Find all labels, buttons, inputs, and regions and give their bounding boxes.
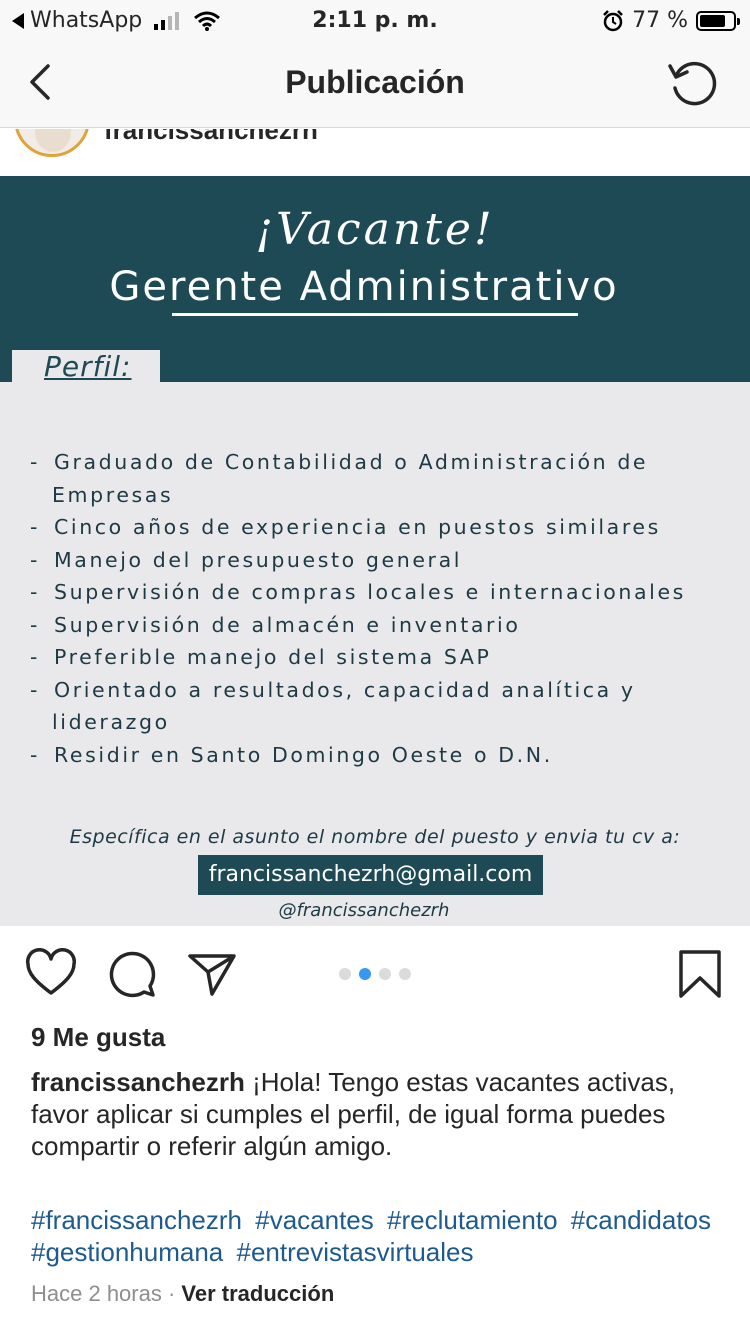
requirement-item: - Cinco años de experiencia en puestos si… bbox=[30, 511, 730, 544]
list-dash: - bbox=[30, 612, 40, 637]
requirement-continuation: liderazgo bbox=[52, 710, 170, 734]
caption: francissanchezrh ¡Hola! Tengo estas vaca… bbox=[31, 1066, 721, 1162]
hashtag-link[interactable]: #gestionhumana bbox=[31, 1237, 223, 1267]
requirement-item: - Supervisión de almacén e inventario bbox=[30, 609, 730, 642]
requirement-item: - Orientado a resultados, capacidad analí… bbox=[30, 674, 730, 739]
requirement-text: Orientado a resultados, capacidad analít… bbox=[54, 677, 636, 702]
list-dash: - bbox=[30, 547, 40, 572]
refresh-icon[interactable] bbox=[666, 56, 722, 112]
back-to-app[interactable]: WhatsApp bbox=[12, 8, 221, 33]
nav-bar: Publicación bbox=[0, 40, 750, 128]
requirement-text: Preferible manejo del sistema SAP bbox=[54, 645, 492, 669]
list-dash: - bbox=[30, 677, 40, 702]
requirement-item: - Graduado de Contabilidad o Administraci… bbox=[30, 446, 730, 511]
battery-fill bbox=[700, 14, 725, 27]
carousel-dot bbox=[379, 968, 391, 980]
hashtag-link[interactable]: #francissanchezrh bbox=[31, 1205, 242, 1235]
carousel-dot bbox=[399, 968, 411, 980]
requirement-text: Graduado de Contabilidad o Administració… bbox=[54, 450, 649, 474]
requirement-continuation: Empresas bbox=[52, 482, 174, 507]
requirement-item: - Preferible manejo del sistema SAP bbox=[30, 641, 730, 674]
hashtag-link[interactable]: #vacantes bbox=[255, 1205, 374, 1235]
hashtags: #francissanchezrh #vacantes #reclutamien… bbox=[31, 1204, 731, 1268]
vacancy-subtitle: Gerente Administrativo bbox=[109, 264, 619, 310]
requirement-text: Supervisión de almacén e inventario bbox=[54, 612, 521, 637]
list-dash: - bbox=[30, 515, 40, 539]
image-handle: @francissanchezrh bbox=[278, 900, 450, 921]
post-image[interactable]: ¡Vacante! Gerente Administrativo Perfil:… bbox=[0, 176, 750, 926]
list-dash: - bbox=[30, 645, 40, 669]
list-dash: - bbox=[30, 742, 40, 767]
post-meta: Hace 2 horas · Ver traducción bbox=[31, 1281, 334, 1307]
wifi-icon bbox=[194, 11, 221, 31]
requirement-text: Residir en Santo Domingo Oeste o D.N. bbox=[54, 742, 553, 767]
requirement-item: - Residir en Santo Domingo Oeste o D.N. bbox=[30, 739, 730, 772]
chevron-left-icon[interactable] bbox=[22, 58, 62, 106]
heart-icon[interactable] bbox=[25, 948, 77, 1000]
apply-note: Específica en el asunto el nombre del pu… bbox=[69, 826, 681, 848]
back-triangle-icon bbox=[12, 12, 24, 29]
meta-separator: · bbox=[161, 1281, 182, 1306]
requirement-text: Manejo del presupuesto general bbox=[54, 547, 463, 572]
comment-icon[interactable] bbox=[106, 948, 158, 1000]
share-icon[interactable] bbox=[186, 948, 238, 1000]
carousel-dot bbox=[359, 968, 371, 980]
time-ago: Hace 2 horas bbox=[31, 1281, 162, 1306]
see-translation-link[interactable]: Ver traducción bbox=[181, 1281, 334, 1306]
avatar[interactable] bbox=[14, 129, 90, 157]
likes-count[interactable]: 9 Me gusta bbox=[31, 1022, 165, 1053]
carousel-indicator bbox=[339, 968, 411, 980]
battery-percent: 77 % bbox=[632, 8, 688, 33]
post-username[interactable]: francissanchezrh bbox=[104, 129, 318, 146]
caption-username[interactable]: francissanchezrh bbox=[31, 1067, 245, 1097]
carousel-dot bbox=[339, 968, 351, 980]
battery-icon bbox=[696, 10, 740, 31]
list-dash: - bbox=[30, 580, 40, 604]
hashtag-link[interactable]: #candidatos bbox=[571, 1205, 711, 1235]
hashtag-link[interactable]: #entrevistasvirtuales bbox=[237, 1237, 474, 1267]
contact-email: francissanchezrh@gmail.com bbox=[198, 855, 543, 895]
subtitle-underline bbox=[172, 313, 578, 316]
bookmark-icon[interactable] bbox=[674, 948, 726, 1000]
signal-icon bbox=[154, 11, 180, 30]
requirement-item: - Manejo del presupuesto general bbox=[30, 544, 730, 577]
back-app-label: WhatsApp bbox=[30, 8, 143, 33]
requirements-list: - Graduado de Contabilidad o Administraci… bbox=[30, 446, 730, 771]
list-dash: - bbox=[30, 450, 40, 474]
post-header: francissanchezrh bbox=[0, 129, 750, 176]
page-title: Publicación bbox=[285, 64, 465, 100]
requirement-text: Cinco años de experiencia en puestos sim… bbox=[54, 515, 661, 539]
alarm-icon bbox=[603, 9, 623, 31]
status-bar: WhatsApp 2:11 p. m. 77 % bbox=[0, 0, 750, 40]
requirement-text: Supervisión de compras locales e interna… bbox=[54, 580, 686, 604]
requirement-item: - Supervisión de compras locales e intern… bbox=[30, 576, 730, 609]
hashtag-link[interactable]: #reclutamiento bbox=[387, 1205, 558, 1235]
section-label: Perfil: bbox=[44, 350, 132, 383]
vacancy-title: ¡Vacante! bbox=[255, 204, 495, 255]
action-bar bbox=[0, 926, 750, 1022]
